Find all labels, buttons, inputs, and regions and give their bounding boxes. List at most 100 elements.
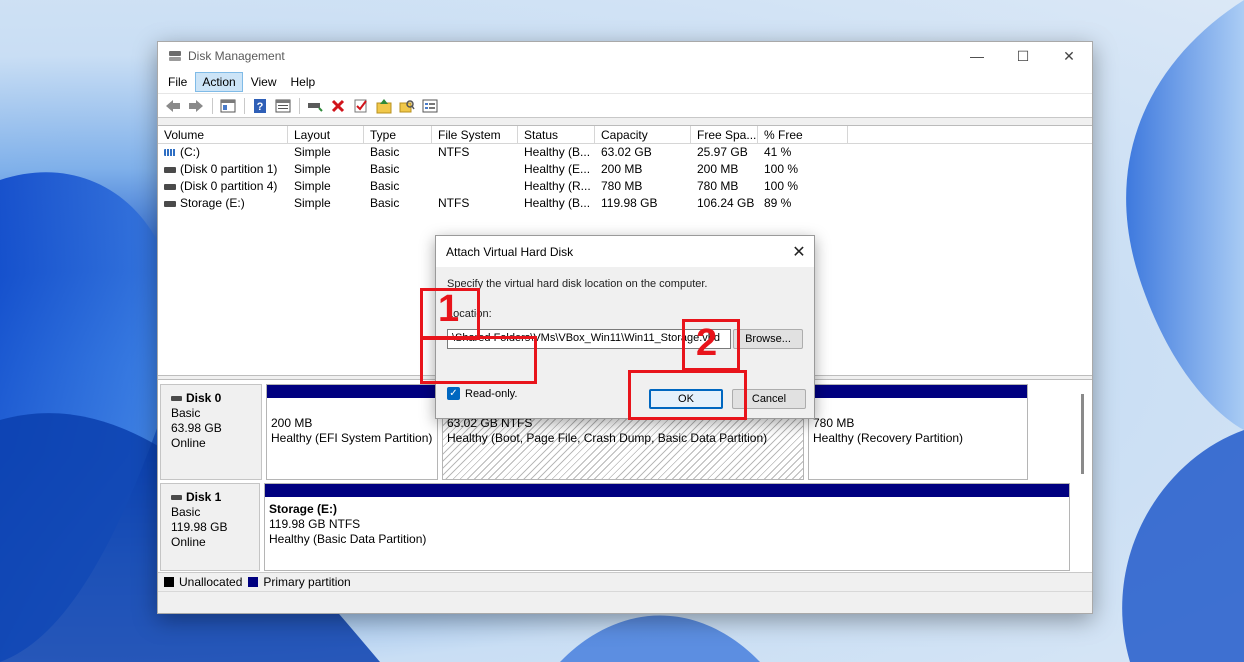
- back-arrow-icon[interactable]: [162, 96, 184, 116]
- disk-0-label[interactable]: Disk 0 Basic 63.98 GB Online: [160, 384, 262, 480]
- disk-name: Disk 1: [171, 490, 259, 505]
- layout-cell: Simple: [294, 145, 331, 159]
- partition-status: Healthy (Boot, Page File, Crash Dump, Ba…: [447, 431, 768, 445]
- volume-name: Storage (E:): [180, 196, 245, 210]
- disk-size: 63.98 GB: [171, 421, 222, 435]
- column-header-volume[interactable]: Volume: [158, 126, 288, 143]
- partition-status: Healthy (Basic Data Partition): [269, 532, 427, 546]
- disk-size: 119.98 GB: [171, 520, 228, 534]
- folder-up-icon[interactable]: [373, 96, 395, 116]
- table-row[interactable]: (Disk 0 partition 1) Simple Basic Health…: [158, 161, 1092, 178]
- free-space-cell: 200 MB: [697, 162, 739, 176]
- delete-icon[interactable]: [327, 96, 349, 116]
- capacity-cell: 119.98 GB: [601, 196, 658, 210]
- partition-bar: [265, 484, 1069, 497]
- title-bar: Disk Management — ☐ ✕: [158, 42, 1092, 70]
- minimize-button[interactable]: —: [954, 42, 1000, 70]
- browse-button[interactable]: Browse...: [733, 329, 803, 349]
- disk-state: Online: [171, 436, 206, 450]
- file-system-cell: [432, 161, 518, 178]
- volume-list-header: Volume Layout Type File System Status Ca…: [158, 126, 1092, 144]
- layout-cell: Simple: [294, 196, 331, 210]
- column-header-percent-free[interactable]: % Free: [758, 126, 848, 143]
- menu-file[interactable]: File: [162, 73, 193, 91]
- annotation-number-1: 1: [438, 288, 460, 330]
- toolbar: ?: [158, 94, 1092, 118]
- partition-body: 780 MB Healthy (Recovery Partition): [809, 398, 1027, 446]
- disk-icon: [171, 495, 182, 500]
- forward-arrow-icon[interactable]: [185, 96, 207, 116]
- percent-free-cell: 41 %: [764, 145, 792, 159]
- type-cell: Basic: [370, 196, 400, 210]
- connect-drive-icon[interactable]: [304, 96, 326, 116]
- volume-cell: Storage (E:): [158, 195, 288, 212]
- capacity-cell: 200 MB: [601, 162, 643, 176]
- partition-body: Storage (E:) 119.98 GB NTFS Healthy (Bas…: [265, 497, 1069, 547]
- file-system-cell: NTFS: [438, 145, 470, 159]
- disk-type: Basic: [171, 505, 201, 519]
- partition-size: 200 MB: [271, 416, 313, 430]
- volume-name: (C:): [180, 145, 200, 159]
- disk-management-icon: [168, 49, 182, 63]
- layout-cell: Simple: [294, 162, 331, 176]
- partition-storage-e[interactable]: Storage (E:) 119.98 GB NTFS Healthy (Bas…: [264, 483, 1070, 571]
- unallocated-swatch: [164, 576, 174, 587]
- partition-bar: [267, 385, 437, 398]
- partition-size: 780 MB: [813, 416, 855, 430]
- disk-name: Disk 0: [171, 391, 261, 406]
- vertical-scrollbar[interactable]: [1081, 394, 1084, 474]
- drive-icon: [164, 200, 176, 207]
- dialog-close-button[interactable]: ✕: [784, 242, 814, 262]
- volume-name: (Disk 0 partition 4): [180, 179, 278, 193]
- disk-1-label[interactable]: Disk 1 Basic 119.98 GB Online: [160, 483, 260, 571]
- menu-view[interactable]: View: [245, 73, 283, 91]
- toolbar-separator: [212, 97, 213, 114]
- partition-body: 200 MB Healthy (EFI System Partition): [267, 398, 437, 446]
- menu-help[interactable]: Help: [285, 73, 322, 91]
- file-system-cell: NTFS: [438, 196, 470, 210]
- status-bar: [158, 591, 1092, 613]
- table-row[interactable]: (Disk 0 partition 4) Simple Basic Health…: [158, 178, 1092, 195]
- capacity-cell: 780 MB: [601, 179, 643, 193]
- volume-cell: (Disk 0 partition 4): [158, 178, 288, 195]
- layout-cell: Simple: [294, 179, 331, 193]
- readonly-checkbox[interactable]: ✓ Read-only.: [447, 387, 517, 400]
- partition-recovery[interactable]: 780 MB Healthy (Recovery Partition): [808, 384, 1028, 480]
- folder-search-icon[interactable]: [396, 96, 418, 116]
- svg-text:?: ?: [257, 101, 264, 113]
- list-view-icon[interactable]: [419, 96, 441, 116]
- disk-1-name: Disk 1: [186, 490, 222, 504]
- partition-status: Healthy (EFI System Partition): [271, 431, 433, 445]
- dialog-instruction: Specify the virtual hard disk location o…: [447, 278, 708, 290]
- status-cell: Healthy (B...: [524, 196, 591, 210]
- percent-free-cell: 100 %: [764, 162, 799, 176]
- free-space-cell: 25.97 GB: [697, 145, 748, 159]
- capacity-cell: 63.02 GB: [601, 145, 652, 159]
- type-cell: Basic: [370, 179, 400, 193]
- table-row[interactable]: (C:) Simple Basic NTFS Healthy (B... 63.…: [158, 144, 1092, 161]
- help-icon[interactable]: ?: [249, 96, 271, 116]
- properties-icon[interactable]: [272, 96, 294, 116]
- console-tree-icon[interactable]: [217, 96, 239, 116]
- status-cell: Healthy (B...: [524, 145, 591, 159]
- check-icon[interactable]: [350, 96, 372, 116]
- partition-efi[interactable]: 200 MB Healthy (EFI System Partition): [266, 384, 438, 480]
- column-header-layout[interactable]: Layout: [288, 126, 364, 143]
- percent-free-cell: 89 %: [764, 196, 792, 210]
- status-cell: Healthy (E...: [524, 162, 591, 176]
- table-row[interactable]: Storage (E:) Simple Basic NTFS Healthy (…: [158, 195, 1092, 212]
- file-system-cell: [432, 178, 518, 195]
- column-header-free-space[interactable]: Free Spa...: [691, 126, 758, 143]
- column-header-capacity[interactable]: Capacity: [595, 126, 691, 143]
- column-header-status[interactable]: Status: [518, 126, 595, 143]
- column-header-type[interactable]: Type: [364, 126, 432, 143]
- drive-icon: [164, 166, 176, 173]
- menu-action[interactable]: Action: [195, 71, 243, 92]
- legend-unallocated-label: Unallocated: [179, 574, 243, 589]
- disk-1-partitions: Storage (E:) 119.98 GB NTFS Healthy (Bas…: [260, 483, 1074, 571]
- legend-unallocated: Unallocated: [164, 575, 242, 589]
- annotation-box-readonly: [420, 336, 537, 384]
- close-button[interactable]: ✕: [1046, 42, 1092, 70]
- maximize-button[interactable]: ☐: [1000, 42, 1046, 70]
- column-header-file-system[interactable]: File System: [432, 126, 518, 143]
